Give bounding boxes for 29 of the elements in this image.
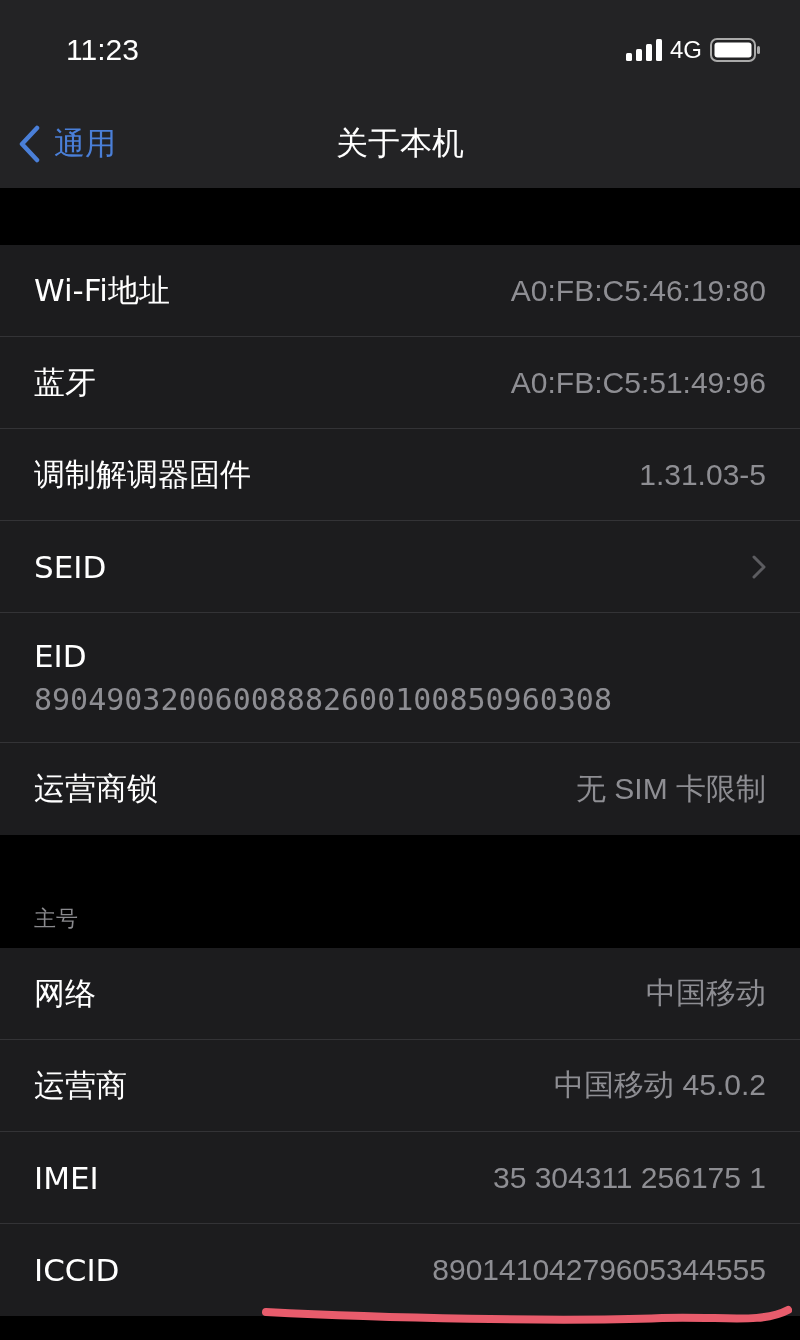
row-value: 中国移动 45.0.2: [554, 1067, 766, 1103]
row-value: 无 SIM 卡限制: [576, 770, 766, 807]
row-label: 网络: [34, 973, 96, 1013]
row-value: A0:FB:C5:51:49:96: [510, 365, 766, 400]
row-label: EID: [34, 638, 87, 674]
seid-row[interactable]: SEID: [0, 521, 800, 613]
section-header: 主号: [34, 905, 78, 933]
row-label: 运营商: [34, 1065, 127, 1105]
row-label: SEID: [34, 548, 107, 585]
row-value: 89049032006008882600100850960308: [34, 682, 612, 717]
row-value: 35 304311 256175 1: [492, 1160, 766, 1195]
status-time: 11:23: [66, 33, 139, 67]
row-value: A0:FB:C5:46:19:80: [510, 273, 766, 308]
battery-icon: [710, 38, 760, 62]
row-label: 蓝牙: [34, 362, 96, 402]
chevron-right-icon: [752, 554, 766, 579]
page-title: 关于本机: [336, 123, 464, 164]
row-label: IMEI: [34, 1159, 99, 1196]
row-value: 1.31.03-5: [639, 457, 766, 492]
signal-icon: [626, 39, 662, 61]
row-label: 运营商锁: [34, 769, 158, 808]
chevron-left-icon: [18, 125, 40, 163]
row-label: 调制解调器固件: [34, 454, 251, 494]
back-button[interactable]: 通用: [18, 123, 116, 165]
row-label: Wi-Fi地址: [34, 270, 170, 310]
row-value: 中国移动: [646, 975, 766, 1011]
row-label: ICCID: [34, 1252, 120, 1288]
network-label: 4G: [670, 36, 702, 64]
row-value: 89014104279605344555: [432, 1253, 766, 1287]
